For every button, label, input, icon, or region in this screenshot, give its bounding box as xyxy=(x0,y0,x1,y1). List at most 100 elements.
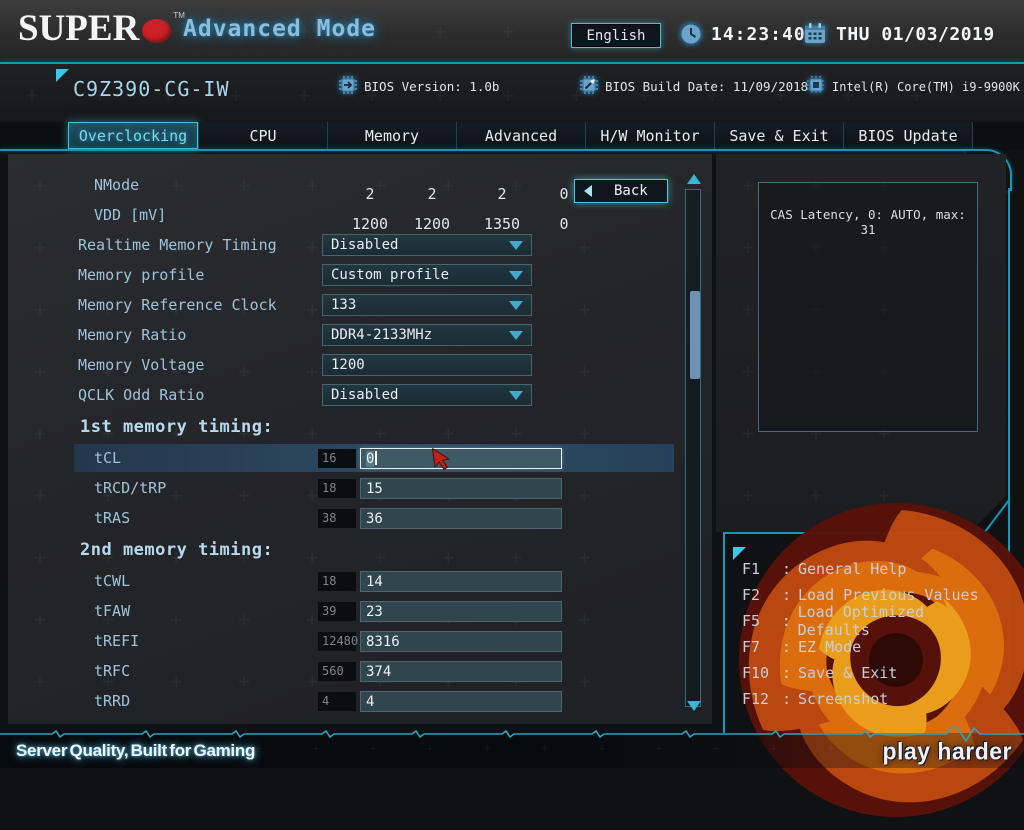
setting-label: Memory profile xyxy=(78,266,205,284)
timing-row[interactable]: tCL 16 0 xyxy=(8,443,712,473)
help-panel: ++++++++++++++++++++++++++++++++++++++++… xyxy=(716,154,1006,532)
timing-row[interactable]: tRCD/tRP 18 15 xyxy=(8,473,712,503)
hotkey-list: F1 : General Help F2 : Load Previous Val… xyxy=(742,556,1004,712)
timing-default-value: 39 xyxy=(318,601,356,621)
hotkey-key: F7 xyxy=(742,638,761,656)
tab-label: H/W Monitor xyxy=(600,126,700,145)
hotkey-key: F1 xyxy=(742,560,761,578)
system-date[interactable]: THU 01/03/2019 xyxy=(836,24,995,45)
hotkey-row: F5 : Load Optimized Defaults xyxy=(742,603,1004,639)
scroll-up-arrow[interactable] xyxy=(687,174,701,184)
timing-row[interactable]: tRFC 560 374 xyxy=(8,656,712,686)
text-input[interactable]: 1200 xyxy=(322,354,532,376)
timing-label: tFAW xyxy=(94,602,131,620)
setting-row-dropdown[interactable]: Memory Ratio DDR4-2133MHz xyxy=(8,320,712,350)
tab[interactable]: Memory xyxy=(327,122,456,149)
language-button[interactable]: English xyxy=(571,23,661,48)
mouse-cursor xyxy=(431,447,451,471)
tab[interactable]: Advanced xyxy=(456,122,585,149)
tab-label: CPU xyxy=(249,126,277,145)
timing-row[interactable]: tREFI 12480 8316 xyxy=(8,626,712,656)
timing-input[interactable]: 36 xyxy=(360,507,562,529)
scrollbar-thumb[interactable] xyxy=(690,291,700,379)
timing-label: tRRD xyxy=(94,692,131,710)
clock-icon xyxy=(679,22,703,50)
chevron-down-icon xyxy=(509,270,523,280)
hotkey-label: Load Optimized Defaults xyxy=(797,603,925,639)
tab-label: Save & Exit xyxy=(729,126,829,145)
hotkey-label: EZ Mode xyxy=(798,638,862,656)
bios-version-label: BIOS Version: 1.0b xyxy=(364,79,500,94)
section-title: 1st memory timing: xyxy=(80,416,274,437)
dropdown-select[interactable]: Disabled xyxy=(322,384,532,406)
setting-row-dropdown[interactable]: QCLK Odd Ratio Disabled xyxy=(8,380,712,410)
timing-input[interactable]: 15 xyxy=(360,477,562,499)
tab-label: BIOS Update xyxy=(858,126,958,145)
cpu-label: Intel(R) Core(TM) i9-9900K xyxy=(832,79,1020,94)
timing-input[interactable]: 0 xyxy=(360,447,562,469)
timing-value: 4 xyxy=(366,693,375,710)
timing-default-value: 38 xyxy=(318,508,356,528)
chip-wrench-icon xyxy=(579,75,599,98)
setting-row-values: VDD [mV] 1200 1200 1350 0 xyxy=(8,200,712,233)
section-header-row: 1st memory timing: xyxy=(8,410,712,443)
dropdown-select[interactable]: Disabled xyxy=(322,234,532,256)
timing-default-value: 16 xyxy=(318,448,356,468)
setting-label: NMode xyxy=(94,176,140,194)
scrollbar-track[interactable] xyxy=(685,189,701,707)
setting-row-dropdown[interactable]: Memory profile Custom profile xyxy=(8,260,712,290)
tab-label: Advanced xyxy=(484,126,558,145)
tab[interactable]: Overclocking xyxy=(68,122,198,149)
board-model: C9Z390-CG-IW xyxy=(73,77,230,101)
timing-input[interactable]: 23 xyxy=(360,600,562,622)
tab[interactable]: Save & Exit xyxy=(714,122,843,149)
hotkey-separator: : xyxy=(782,690,792,708)
system-time[interactable]: 14:23:40 xyxy=(711,24,806,45)
calendar-icon xyxy=(803,22,827,50)
logo-red-dot-icon xyxy=(142,19,172,43)
dropdown-value: Disabled xyxy=(331,387,399,403)
cpu-group: Intel(R) Core(TM) i9-9900K xyxy=(806,75,1020,98)
tab[interactable]: CPU xyxy=(198,122,327,149)
tab-label: Overclocking xyxy=(78,126,188,145)
setting-label: QCLK Odd Ratio xyxy=(78,386,205,404)
tab[interactable]: H/W Monitor xyxy=(585,122,714,149)
timing-row[interactable]: tRRD 4 4 xyxy=(8,686,712,716)
dropdown-value: 133 xyxy=(331,297,357,313)
section-header-row: 2nd memory timing: xyxy=(8,533,712,566)
scroll-down-arrow[interactable] xyxy=(687,701,701,711)
dropdown-select[interactable]: 133 xyxy=(322,294,532,316)
chevron-down-icon xyxy=(509,330,523,340)
setting-label: Memory Ratio xyxy=(78,326,187,344)
timing-input[interactable]: 374 xyxy=(360,660,562,682)
timing-row[interactable]: tFAW 39 23 xyxy=(8,596,712,626)
hotkey-label: Screenshot xyxy=(798,690,889,708)
timing-default-value: 4 xyxy=(318,691,356,711)
setting-row-input[interactable]: Memory Voltage 1200 xyxy=(8,350,712,380)
timing-row[interactable]: tRAS 38 36 xyxy=(8,503,712,533)
tab[interactable]: BIOS Update xyxy=(843,122,973,149)
bios-version-group: BIOS Version: 1.0b xyxy=(338,75,499,98)
dropdown-select[interactable]: DDR4-2133MHz xyxy=(322,324,532,346)
timing-default-value: 18 xyxy=(318,571,356,591)
bios-build-label: BIOS Build Date: 11/09/2018 xyxy=(605,79,809,94)
dropdown-select[interactable]: Custom profile xyxy=(322,264,532,286)
setting-label: Realtime Memory Timing xyxy=(78,236,277,254)
settings-panel: +++++++++++++ +++++++ ++++++++ ++++++++++++… xyxy=(8,154,712,724)
timing-row[interactable]: tCWL 18 14 xyxy=(8,566,712,596)
timing-value: 15 xyxy=(366,480,383,497)
timing-label: tREFI xyxy=(94,632,140,650)
hotkey-label: Load Previous Values xyxy=(798,586,979,604)
timing-default-value: 560 xyxy=(318,661,356,681)
setting-row-dropdown[interactable]: Realtime Memory Timing Disabled xyxy=(8,230,712,260)
timing-input[interactable]: 4 xyxy=(360,690,562,712)
setting-row-dropdown[interactable]: Memory Reference Clock 133 xyxy=(8,290,712,320)
back-button[interactable]: Back xyxy=(574,179,668,203)
value-ch1: 1200 xyxy=(413,215,451,233)
settings-rows: NMode 2 2 2 0 VDD [mV] 1200 1200 1350 0 … xyxy=(8,154,712,724)
scrollbar[interactable] xyxy=(684,174,704,724)
value-ch3: 0 xyxy=(559,215,569,233)
timing-input[interactable]: 14 xyxy=(360,570,562,592)
footer-tagline: Server Quality, Built for Gaming xyxy=(16,741,256,760)
timing-input[interactable]: 8316 xyxy=(360,630,562,652)
